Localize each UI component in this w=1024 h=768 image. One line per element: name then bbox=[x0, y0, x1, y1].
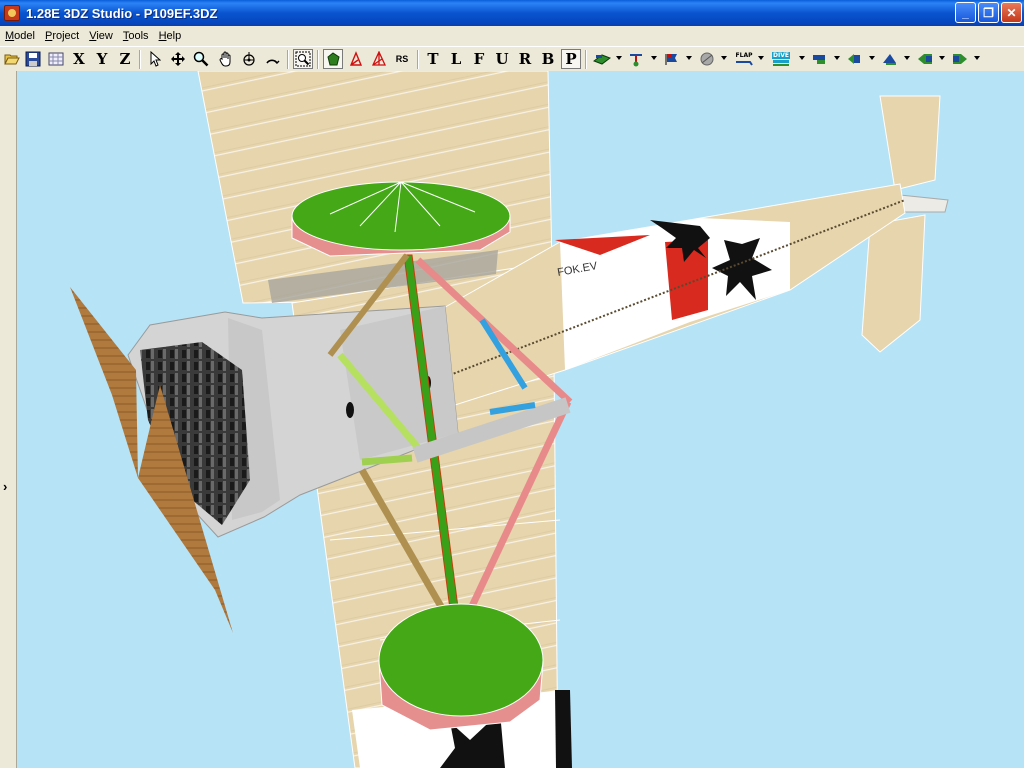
gear-part-dropdown[interactable] bbox=[651, 56, 657, 60]
view-front-button[interactable]: F bbox=[469, 49, 489, 69]
main-toolbar: X Y Z RS T L F U R B P FLAP DIVE bbox=[0, 46, 1024, 71]
view-left-button[interactable]: L bbox=[446, 49, 466, 69]
menu-view[interactable]: View bbox=[84, 30, 118, 42]
view-right-button[interactable]: R bbox=[515, 49, 535, 69]
menu-model[interactable]: Model bbox=[0, 30, 40, 42]
menu-project[interactable]: Project bbox=[40, 30, 84, 42]
view-back-button[interactable]: B bbox=[538, 49, 558, 69]
flap-icon[interactable]: FLAP bbox=[734, 49, 754, 69]
view-top-button[interactable]: T bbox=[423, 49, 443, 69]
zoom-icon[interactable] bbox=[191, 49, 211, 69]
rs-button[interactable]: RS bbox=[392, 49, 412, 69]
flap-label: FLAP bbox=[735, 51, 753, 59]
separator bbox=[287, 50, 289, 69]
aileron-left-icon[interactable] bbox=[915, 49, 935, 69]
view-under-button[interactable]: U bbox=[492, 49, 512, 69]
tail-part-icon[interactable] bbox=[810, 49, 830, 69]
wireframe-icon[interactable] bbox=[346, 49, 366, 69]
close-button[interactable]: ✕ bbox=[1001, 2, 1022, 23]
elevator-part-dropdown[interactable] bbox=[904, 56, 910, 60]
bottom-wheel-disc[interactable] bbox=[378, 603, 544, 731]
dive-dropdown[interactable] bbox=[799, 56, 805, 60]
solid-shade-icon[interactable] bbox=[323, 49, 343, 69]
axis-z-button[interactable]: Z bbox=[115, 49, 135, 69]
wing-part-dropdown[interactable] bbox=[616, 56, 622, 60]
zoom-fit-icon[interactable] bbox=[293, 49, 313, 69]
aileron-right-icon[interactable] bbox=[950, 49, 970, 69]
triangles-icon[interactable] bbox=[369, 49, 389, 69]
flag-part-dropdown[interactable] bbox=[686, 56, 692, 60]
side-panel-strip: › bbox=[0, 71, 17, 768]
grid-icon[interactable] bbox=[46, 49, 66, 69]
flap-dropdown[interactable] bbox=[758, 56, 764, 60]
dive-icon[interactable]: DIVE bbox=[771, 49, 791, 69]
flag-part-icon[interactable] bbox=[662, 49, 682, 69]
separator bbox=[317, 50, 319, 69]
menu-help[interactable]: Help bbox=[154, 30, 187, 42]
app-window: 1.28E 3DZ Studio - P109EF.3DZ _ ❐ ✕ Mode… bbox=[0, 0, 1024, 768]
app-icon[interactable] bbox=[4, 5, 20, 21]
pointer-icon[interactable] bbox=[145, 49, 165, 69]
rudder-part-dropdown[interactable] bbox=[869, 56, 875, 60]
title-bar[interactable]: 1.28E 3DZ Studio - P109EF.3DZ _ ❐ ✕ bbox=[0, 0, 1024, 26]
aileron-left-dropdown[interactable] bbox=[939, 56, 945, 60]
elevator-part-icon[interactable] bbox=[880, 49, 900, 69]
prop-disc-icon[interactable] bbox=[697, 49, 717, 69]
3d-viewport[interactable]: FOK.EV bbox=[17, 71, 1024, 768]
minimize-button[interactable]: _ bbox=[955, 2, 976, 23]
gear-part-icon[interactable] bbox=[627, 49, 647, 69]
dive-label: DIVE bbox=[772, 51, 790, 59]
orbit-icon[interactable] bbox=[262, 49, 282, 69]
expand-panel-arrow[interactable]: › bbox=[3, 479, 7, 494]
move-icon[interactable] bbox=[168, 49, 188, 69]
axis-x-button[interactable]: X bbox=[69, 49, 89, 69]
separator bbox=[139, 50, 141, 69]
save-icon[interactable] bbox=[23, 49, 43, 69]
window-title: 1.28E 3DZ Studio - P109EF.3DZ bbox=[26, 5, 218, 21]
axis-y-button[interactable]: Y bbox=[92, 49, 112, 69]
open-icon[interactable] bbox=[2, 49, 22, 69]
menu-tools[interactable]: Tools bbox=[118, 30, 154, 42]
tail-part-dropdown[interactable] bbox=[834, 56, 840, 60]
maximize-button[interactable]: ❐ bbox=[978, 2, 999, 23]
rotate-icon[interactable] bbox=[239, 49, 259, 69]
aircraft-model: FOK.EV bbox=[70, 71, 949, 768]
rudder-part-icon[interactable] bbox=[845, 49, 865, 69]
top-wheel-disc[interactable] bbox=[291, 181, 511, 257]
view-perspective-button[interactable]: P bbox=[561, 49, 581, 69]
aileron-right-dropdown[interactable] bbox=[974, 56, 980, 60]
hand-icon[interactable] bbox=[216, 49, 236, 69]
prop-disc-dropdown[interactable] bbox=[721, 56, 727, 60]
menu-bar: Model Project View Tools Help bbox=[0, 26, 1024, 45]
separator bbox=[417, 50, 419, 69]
wing-part-icon[interactable] bbox=[592, 49, 612, 69]
separator bbox=[585, 50, 587, 69]
